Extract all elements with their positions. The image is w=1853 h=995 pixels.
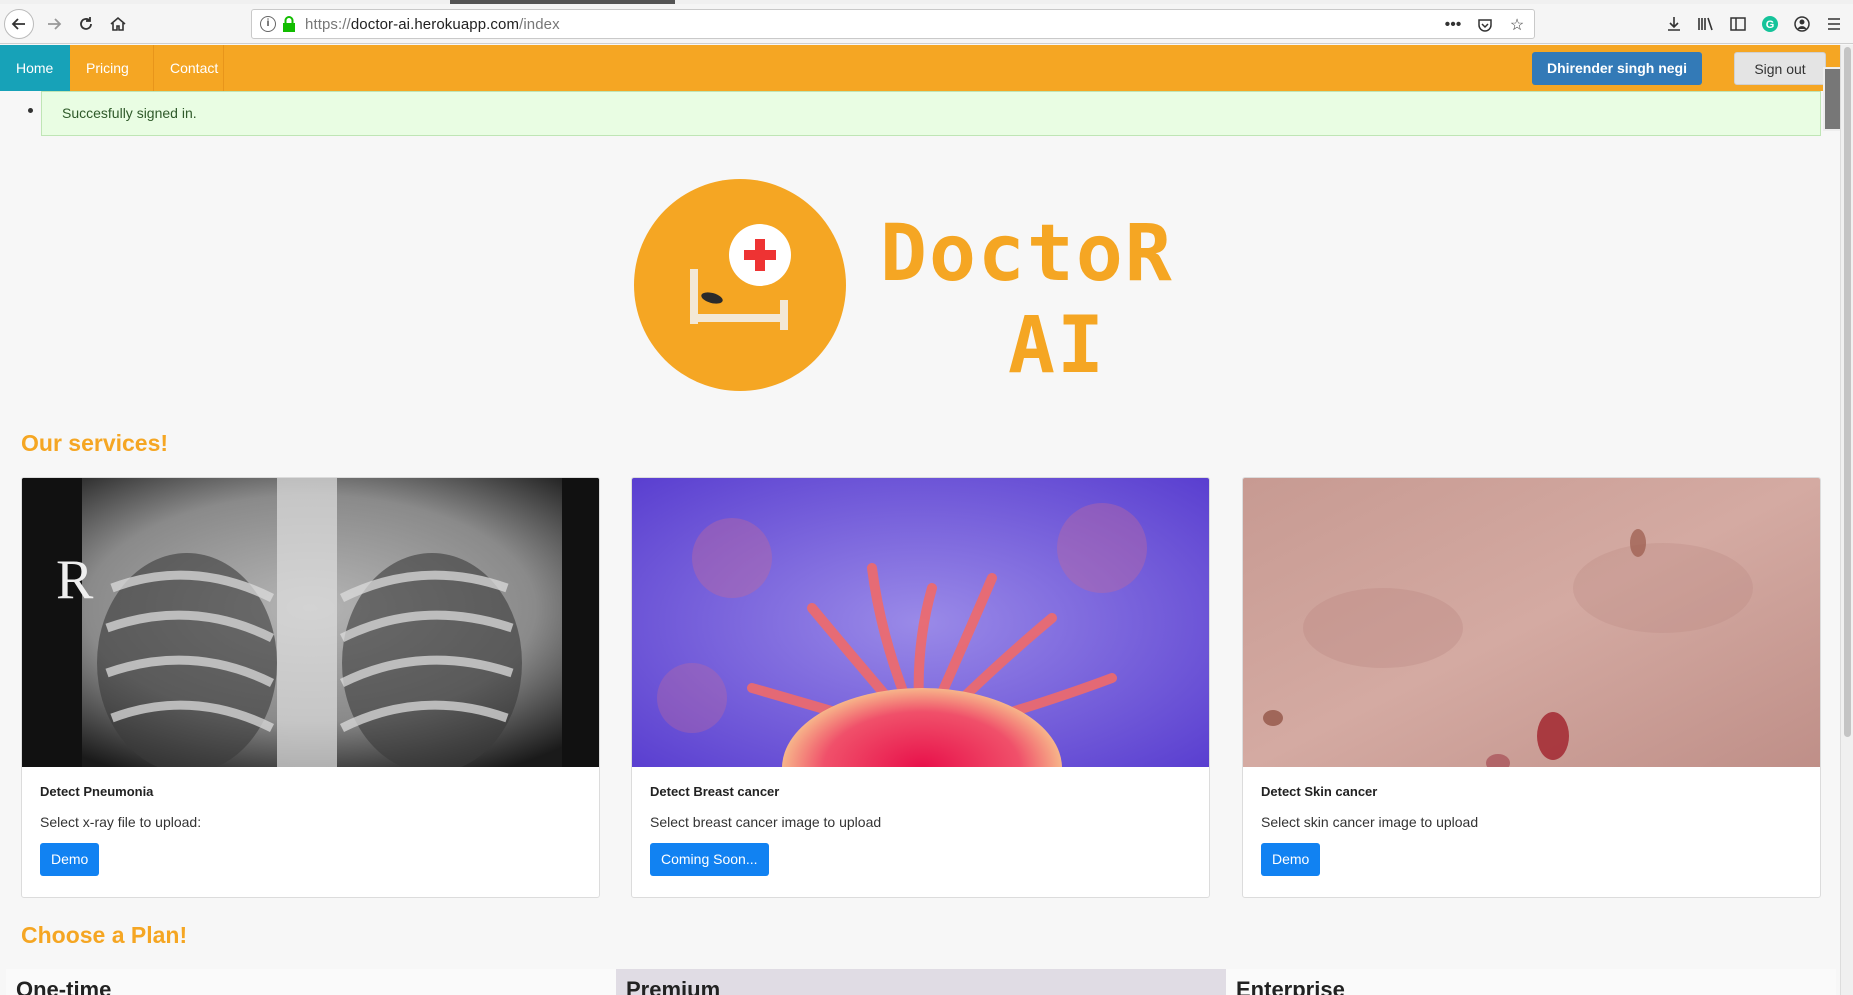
plan-one-time[interactable]: One-time xyxy=(6,969,616,995)
card-text: Select skin cancer image to upload xyxy=(1261,814,1479,830)
back-button[interactable] xyxy=(4,9,34,39)
card-title: Detect Pneumonia xyxy=(40,784,154,799)
site-navbar: Home Pricing Contact Dhirender singh neg… xyxy=(0,45,1840,91)
user-profile-button[interactable]: Dhirender singh negi xyxy=(1532,52,1702,85)
doctor-ai-logo: DoctoR AI xyxy=(620,172,1230,392)
plan-premium[interactable]: Premium xyxy=(616,969,1226,995)
url-bar[interactable]: i https://doctor-ai.herokuapp.com/index … xyxy=(251,9,1535,39)
back-icon xyxy=(11,18,25,30)
page-content: Home Pricing Contact Dhirender singh neg… xyxy=(0,45,1853,995)
grammarly-icon[interactable]: G xyxy=(1759,13,1781,35)
success-alert: Succesfully signed in. xyxy=(41,91,1821,136)
home-icon xyxy=(110,16,126,31)
svg-text:G: G xyxy=(1766,19,1775,31)
card-title: Detect Skin cancer xyxy=(1261,784,1378,799)
plan-enterprise[interactable]: Enterprise xyxy=(1226,969,1836,995)
nav-contact-link[interactable]: Contact xyxy=(154,45,224,91)
scrollbar[interactable] xyxy=(1840,45,1853,995)
cancer-cell-image xyxy=(632,478,1209,767)
scrollbar-thumb[interactable] xyxy=(1844,47,1851,737)
info-icon[interactable]: i xyxy=(260,16,276,32)
card-title: Detect Breast cancer xyxy=(650,784,780,799)
logo-graphic: DoctoR AI xyxy=(634,179,1174,391)
demo-button[interactable]: Demo xyxy=(1261,843,1321,876)
service-card-skin-cancer: Detect Skin cancer Select skin cancer im… xyxy=(1242,477,1821,898)
menu-icon[interactable] xyxy=(1823,13,1845,35)
logo-text-line2: AI xyxy=(1008,301,1106,391)
more-icon[interactable]: ••• xyxy=(1442,14,1464,36)
logo-text-line1: DoctoR xyxy=(880,209,1174,299)
library-icon[interactable] xyxy=(1695,13,1717,35)
url-scheme: https:// xyxy=(305,16,351,33)
coming-soon-button[interactable]: Coming Soon... xyxy=(650,843,769,876)
home-button[interactable] xyxy=(104,10,132,38)
alert-bullet xyxy=(28,108,33,113)
nav-pricing-link[interactable]: Pricing xyxy=(70,45,154,91)
browser-toolbar: i https://doctor-ai.herokuapp.com/index … xyxy=(0,4,1853,44)
url-host: doctor-ai.herokuapp.com xyxy=(350,16,520,33)
service-card-breast-cancer: Detect Breast cancer Select breast cance… xyxy=(631,477,1210,898)
url-path: /index xyxy=(519,16,560,33)
card-text: Select x-ray file to upload: xyxy=(40,814,202,830)
plans-row: One-time Premium Enterprise xyxy=(6,969,1836,995)
sign-out-button[interactable]: Sign out xyxy=(1734,52,1826,85)
url-text: https://doctor-ai.herokuapp.com/index xyxy=(305,16,560,33)
nav-home-link[interactable]: Home xyxy=(0,45,70,91)
skin-image xyxy=(1243,478,1820,767)
reload-icon xyxy=(80,17,92,30)
services-heading: Our services! xyxy=(21,430,169,456)
account-icon[interactable] xyxy=(1791,13,1813,35)
forward-button[interactable] xyxy=(40,10,68,38)
reload-button[interactable] xyxy=(72,10,100,38)
star-icon[interactable]: ☆ xyxy=(1506,14,1528,36)
demo-button[interactable]: Demo xyxy=(40,843,100,876)
xray-image: R xyxy=(22,478,599,767)
download-icon[interactable] xyxy=(1663,13,1685,35)
svg-text:R: R xyxy=(56,549,94,611)
lock-icon xyxy=(283,16,295,32)
sidebar-icon[interactable] xyxy=(1727,13,1749,35)
plans-heading: Choose a Plan! xyxy=(21,922,188,948)
pocket-icon[interactable] xyxy=(1474,14,1496,36)
service-card-pneumonia: R Detect Pneumonia Select x-ray file to … xyxy=(21,477,600,898)
card-text: Select breast cancer image to upload xyxy=(650,814,882,830)
forward-icon xyxy=(48,18,62,30)
